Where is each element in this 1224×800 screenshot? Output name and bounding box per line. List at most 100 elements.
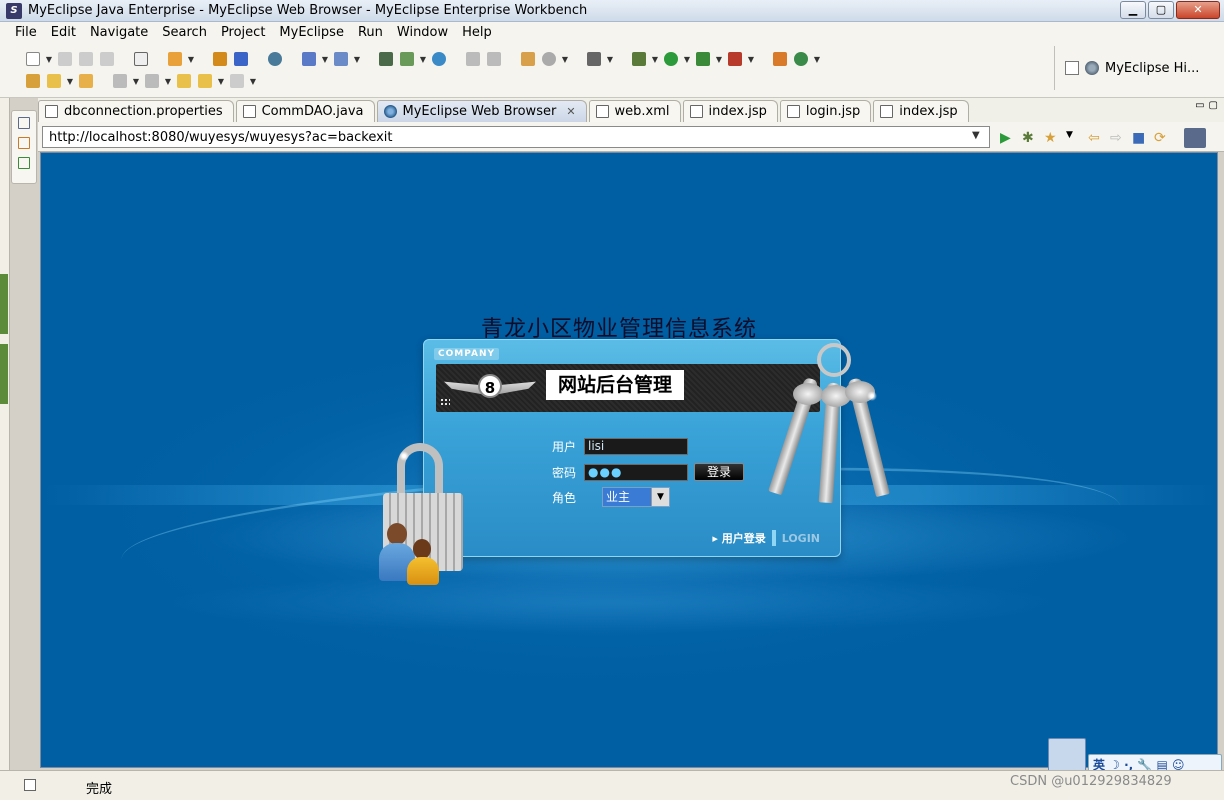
chevron-down-icon[interactable]: ▼ — [651, 55, 659, 64]
url-input[interactable] — [42, 126, 990, 148]
run-icon[interactable] — [662, 50, 680, 68]
logo-badge: 8 — [478, 374, 502, 398]
chevron-down-icon[interactable]: ▼ — [66, 77, 74, 86]
settings-icon[interactable] — [540, 50, 558, 68]
back-arrow-icon[interactable] — [196, 72, 214, 90]
tab-web-xml[interactable]: web.xml — [588, 100, 681, 122]
menu-window[interactable]: Window — [390, 25, 455, 40]
globe-icon[interactable] — [430, 50, 448, 68]
restore-icon[interactable] — [18, 117, 30, 129]
last-edit-icon[interactable] — [175, 72, 193, 90]
menu-myeclipse[interactable]: MyEclipse — [272, 25, 351, 40]
outline-icon[interactable] — [18, 157, 30, 169]
close-button[interactable]: ✕ — [1176, 1, 1220, 19]
chevron-down-icon[interactable]: ▼ — [715, 55, 723, 64]
menu-help[interactable]: Help — [455, 25, 499, 40]
close-icon[interactable]: ✕ — [566, 105, 575, 118]
login-button[interactable]: 登录 — [694, 463, 744, 481]
tab-index-jsp[interactable]: index.jsp — [682, 100, 778, 122]
open-type-icon[interactable] — [166, 50, 184, 68]
disabled-tool-icon[interactable] — [485, 50, 503, 68]
menu-run[interactable]: Run — [351, 25, 390, 40]
chevron-down-icon[interactable]: ▼ — [651, 488, 669, 506]
perspective-label[interactable]: MyEclipse Hi... — [1105, 61, 1199, 76]
chevron-down-icon[interactable]: ▼ — [249, 77, 257, 86]
password-field[interactable]: ●●● — [584, 463, 688, 481]
tab-login-jsp[interactable]: login.jsp — [779, 100, 872, 122]
menu-project[interactable]: Project — [214, 25, 272, 40]
chevron-down-icon[interactable]: ▼ — [1066, 130, 1082, 146]
chevron-down-icon[interactable]: ▼ — [353, 55, 361, 64]
username-field[interactable]: lisi — [584, 438, 688, 455]
stop-icon[interactable]: ■ — [1132, 130, 1148, 146]
chevron-down-icon[interactable]: ▼ — [561, 55, 569, 64]
save-icon[interactable] — [56, 50, 74, 68]
print-icon[interactable] — [98, 50, 116, 68]
menu-file[interactable]: File — [8, 25, 44, 40]
menu-search[interactable]: Search — [155, 25, 214, 40]
tab-index-jsp-2[interactable]: index.jsp — [873, 100, 969, 122]
camera-icon[interactable] — [585, 50, 603, 68]
perspective-switcher[interactable]: MyEclipse Hi... — [1054, 46, 1224, 90]
cube-icon[interactable] — [232, 50, 250, 68]
hierarchy-icon[interactable] — [18, 137, 30, 149]
forward-arrow-icon[interactable] — [228, 72, 246, 90]
forward-icon[interactable]: ⇨ — [1110, 130, 1126, 146]
trim-strip — [0, 274, 8, 334]
open-task-icon[interactable] — [24, 72, 42, 90]
favorites-icon[interactable]: ★ — [1044, 130, 1060, 146]
chevron-down-icon[interactable]: ▼ — [419, 55, 427, 64]
login-link[interactable]: LOGIN — [782, 532, 820, 545]
chevron-down-icon[interactable]: ▼ — [683, 55, 691, 64]
refresh-icon[interactable]: ⟳ — [1154, 130, 1170, 146]
chevron-down-icon[interactable]: ▼ — [606, 55, 614, 64]
user-login-link[interactable]: ▸ 用户登录 — [712, 530, 765, 546]
prev-annotation-icon[interactable] — [143, 72, 161, 90]
web-service-icon[interactable] — [266, 50, 284, 68]
wand-icon[interactable] — [300, 50, 318, 68]
back-icon[interactable]: ⇦ — [1088, 130, 1104, 146]
chevron-down-icon[interactable]: ▼ — [747, 55, 755, 64]
server-icon[interactable] — [398, 50, 416, 68]
binary-icon[interactable] — [132, 50, 150, 68]
tab-dbconnection-properties[interactable]: dbconnection.properties — [38, 100, 234, 122]
maximize-button[interactable]: ▢ — [1148, 1, 1174, 19]
minimize-button[interactable]: ▁ — [1120, 1, 1146, 19]
chevron-down-icon[interactable]: ▼ — [321, 55, 329, 64]
tab-commdao-java[interactable]: CommDAO.java — [235, 100, 375, 122]
menu-navigate[interactable]: Navigate — [83, 25, 155, 40]
chevron-down-icon[interactable]: ▼ — [187, 55, 195, 64]
package-icon[interactable] — [211, 50, 229, 68]
search-icon[interactable] — [332, 50, 350, 68]
maximize-icon[interactable]: ▢ — [1209, 100, 1218, 111]
tab-myeclipse-web-browser[interactable]: MyEclipse Web Browser ✕ — [376, 100, 587, 122]
minimize-icon[interactable]: ▭ — [1195, 100, 1204, 111]
new-wizard-icon[interactable] — [24, 50, 42, 68]
refresh-icon[interactable] — [792, 50, 810, 68]
report-icon[interactable] — [519, 50, 537, 68]
qq-penguin-icon[interactable] — [1048, 738, 1086, 774]
debug-icon[interactable]: ✱ — [1022, 130, 1038, 146]
chevron-down-icon[interactable]: ▼ — [813, 55, 821, 64]
chevron-down-icon[interactable]: ▼ — [972, 130, 980, 141]
fast-view-icon[interactable] — [24, 779, 36, 791]
menu-edit[interactable]: Edit — [44, 25, 83, 40]
open-perspective-icon[interactable] — [1065, 61, 1079, 75]
external-tools-icon[interactable] — [726, 50, 744, 68]
go-icon[interactable]: ▶ — [1000, 130, 1016, 146]
browser-viewport: 青龙小区物业管理信息系统 COMPANY 8 网站后台管理 用户 lisi 密码… — [40, 152, 1218, 768]
save-all-icon[interactable] — [77, 50, 95, 68]
disabled-tool-icon[interactable] — [464, 50, 482, 68]
pencil-icon[interactable] — [45, 72, 63, 90]
folder-icon[interactable] — [77, 72, 95, 90]
debug-icon[interactable] — [630, 50, 648, 68]
chevron-down-icon[interactable]: ▼ — [217, 77, 225, 86]
plugin-icon[interactable] — [771, 50, 789, 68]
chevron-down-icon[interactable]: ▼ — [132, 77, 140, 86]
run-config-icon[interactable] — [694, 50, 712, 68]
deploy-icon[interactable] — [377, 50, 395, 68]
next-annotation-icon[interactable] — [111, 72, 129, 90]
chevron-down-icon[interactable]: ▼ — [45, 55, 53, 64]
role-select[interactable]: 业主 ▼ — [602, 487, 670, 507]
chevron-down-icon[interactable]: ▼ — [164, 77, 172, 86]
